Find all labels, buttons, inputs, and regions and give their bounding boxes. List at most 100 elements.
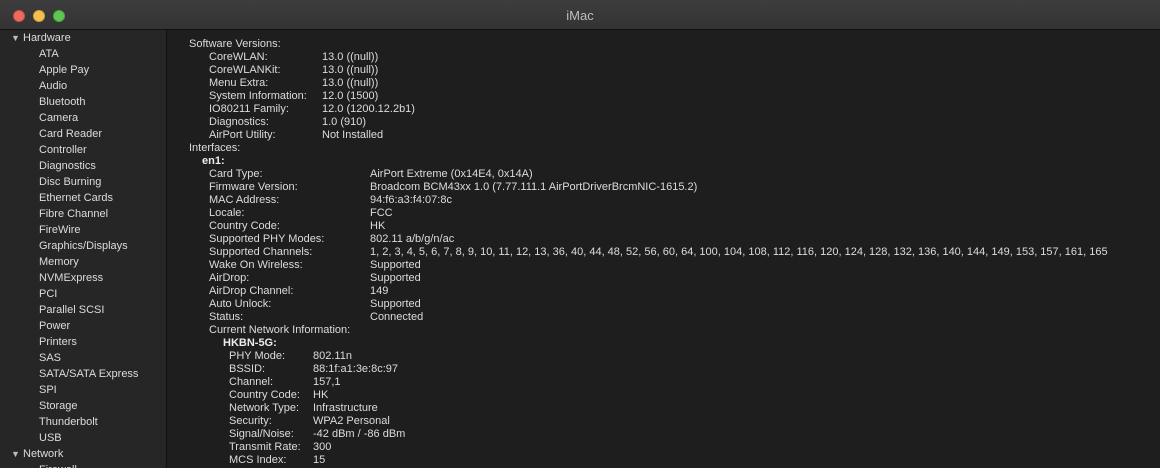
- sidebar-item-diagnostics[interactable]: Diagnostics: [0, 158, 166, 174]
- network-field-value: 802.11n: [313, 350, 352, 362]
- software-version-label: System Information:: [209, 90, 307, 102]
- sidebar-item-sas[interactable]: SAS: [0, 350, 166, 366]
- sidebar-section-label: Network: [23, 448, 64, 460]
- disclosure-triangle-icon[interactable]: ▼: [11, 30, 23, 46]
- interface-field-label: Firmware Version:: [209, 181, 298, 193]
- interface-field-value: Supported: [370, 259, 421, 271]
- sidebar-item-bluetooth[interactable]: Bluetooth: [0, 94, 166, 110]
- sidebar-item-memory[interactable]: Memory: [0, 254, 166, 270]
- interface-field-value: 149: [370, 285, 389, 297]
- interface-field-label: AirDrop Channel:: [209, 285, 294, 297]
- software-version-value: 13.0 ((null)): [322, 64, 379, 76]
- interface-field-value: HK: [370, 220, 386, 232]
- network-field-value: -42 dBm / -86 dBm: [313, 428, 406, 440]
- software-version-label: CoreWLAN:: [209, 51, 268, 63]
- sidebar-item-pci[interactable]: PCI: [0, 286, 166, 302]
- software-version-label: Diagnostics:: [209, 116, 269, 128]
- interface-field-label: Supported PHY Modes:: [209, 233, 325, 245]
- sidebar-item-camera[interactable]: Camera: [0, 110, 166, 126]
- network-field-value: WPA2 Personal: [313, 415, 390, 427]
- sidebar-item-nvmexpress[interactable]: NVMExpress: [0, 270, 166, 286]
- hardware-items: ATA Apple Pay Audio Bluetooth Camera Card Rea…: [0, 46, 166, 446]
- window-title: iMac: [566, 8, 594, 23]
- software-version-value: 13.0 ((null)): [322, 77, 379, 89]
- sidebar-item-ata[interactable]: ATA: [0, 46, 166, 62]
- sidebar-item-firewire[interactable]: FireWire: [0, 222, 166, 238]
- interface-field-value: 802.11 a/b/g/n/ac: [370, 233, 455, 245]
- sidebar-section-label: Hardware: [23, 32, 71, 44]
- sidebar-item-graphics-displays[interactable]: Graphics/Displays: [0, 238, 166, 254]
- sidebar-item-spi[interactable]: SPI: [0, 382, 166, 398]
- sidebar-item-ethernet-cards[interactable]: Ethernet Cards: [0, 190, 166, 206]
- network-field-value: 88:1f:a1:3e:8c:97: [313, 363, 399, 375]
- sidebar-item-disc-burning[interactable]: Disc Burning: [0, 174, 166, 190]
- interface-field-label: AirDrop:: [209, 272, 250, 284]
- interface-name: en1:: [202, 155, 225, 167]
- network-field-value: HK: [313, 389, 329, 401]
- software-version-label: AirPort Utility:: [209, 129, 276, 141]
- software-version-value: 12.0 (1500): [322, 90, 379, 102]
- detail-pane[interactable]: Software Versions: CoreWLAN: 13.0 ((null))…: [167, 30, 1160, 468]
- network-field-value: 157,1: [313, 376, 341, 388]
- current-network-heading: Current Network Information:: [209, 324, 351, 336]
- interface-field-label: Status:: [209, 311, 244, 323]
- sidebar-item-thunderbolt[interactable]: Thunderbolt: [0, 414, 166, 430]
- network-field-label: Transmit Rate:: [229, 441, 301, 453]
- system-information-window: iMac ▼ Hardware ATA Apple Pay Audio Bluetoot…: [0, 0, 1160, 468]
- network-field-label: BSSID:: [229, 363, 266, 375]
- interface-field-value: Supported: [370, 272, 421, 284]
- sidebar-item-usb[interactable]: USB: [0, 430, 166, 446]
- software-version-value: 1.0 (910): [322, 116, 367, 128]
- network-name: HKBN-5G:: [223, 337, 277, 349]
- sidebar-item-printers[interactable]: Printers: [0, 334, 166, 350]
- sidebar-item-storage[interactable]: Storage: [0, 398, 166, 414]
- sidebar-item-card-reader[interactable]: Card Reader: [0, 126, 166, 142]
- title-bar[interactable]: iMac: [0, 0, 1160, 30]
- interface-field-value: 1, 2, 3, 4, 5, 6, 7, 8, 9, 10, 11, 12, 1…: [370, 246, 1108, 258]
- network-field-label: Signal/Noise:: [229, 428, 294, 440]
- disclosure-triangle-icon[interactable]: ▼: [11, 446, 23, 462]
- software-version-label: IO80211 Family:: [209, 103, 289, 115]
- software-version-value: 13.0 ((null)): [322, 51, 379, 63]
- software-version-label: Menu Extra:: [209, 77, 269, 89]
- sidebar-item-controller[interactable]: Controller: [0, 142, 166, 158]
- interface-field-label: MAC Address:: [209, 194, 280, 206]
- interfaces-heading: Interfaces:: [189, 142, 241, 154]
- sidebar-section-hardware[interactable]: ▼ Hardware: [0, 30, 166, 46]
- interface-field-value: Supported: [370, 298, 421, 310]
- sidebar-item-firewall[interactable]: Firewall: [0, 462, 166, 468]
- network-field-value: 15: [313, 454, 326, 466]
- network-field-label: Network Type:: [229, 402, 300, 414]
- software-version-label: CoreWLANKit:: [209, 64, 281, 76]
- sidebar-item-fibre-channel[interactable]: Fibre Channel: [0, 206, 166, 222]
- software-version-value: Not Installed: [322, 129, 384, 141]
- interface-field-label: Locale:: [209, 207, 245, 219]
- sidebar-item-parallel-scsi[interactable]: Parallel SCSI: [0, 302, 166, 318]
- sidebar[interactable]: ▼ Hardware ATA Apple Pay Audio Bluetooth Came…: [0, 30, 167, 468]
- software-version-value: 12.0 (1200.12.2b1): [322, 103, 415, 115]
- interface-field-value: 94:f6:a3:f4:07:8c: [370, 194, 452, 206]
- interface-field-value: AirPort Extreme (0x14E4, 0x14A): [370, 168, 533, 180]
- interface-field-label: Auto Unlock:: [209, 298, 272, 310]
- network-field-label: Country Code:: [229, 389, 300, 401]
- network-field-label: MCS Index:: [229, 454, 287, 466]
- network-field-label: Channel:: [229, 376, 274, 388]
- sidebar-item-audio[interactable]: Audio: [0, 78, 166, 94]
- network-field-value: 300: [313, 441, 332, 453]
- interface-field-value: Connected: [370, 311, 424, 323]
- interface-field-label: Card Type:: [209, 168, 263, 180]
- interface-field-label: Wake On Wireless:: [209, 259, 303, 271]
- network-field-label: Security:: [229, 415, 272, 427]
- sidebar-item-sata-sata-express[interactable]: SATA/SATA Express: [0, 366, 166, 382]
- interface-field-value: Broadcom BCM43xx 1.0 (7.77.111.1 AirPort…: [370, 181, 698, 193]
- sidebar-item-power[interactable]: Power: [0, 318, 166, 334]
- sidebar-item-apple-pay[interactable]: Apple Pay: [0, 62, 166, 78]
- network-items: Firewall: [0, 462, 166, 468]
- interface-field-value: FCC: [370, 207, 393, 219]
- network-field-label: PHY Mode:: [229, 350, 286, 362]
- network-field-value: Infrastructure: [313, 402, 378, 414]
- sidebar-section-network[interactable]: ▼ Network: [0, 446, 166, 462]
- interface-field-label: Supported Channels:: [209, 246, 313, 258]
- interface-field-label: Country Code:: [209, 220, 280, 232]
- software-versions-heading: Software Versions:: [189, 38, 281, 50]
